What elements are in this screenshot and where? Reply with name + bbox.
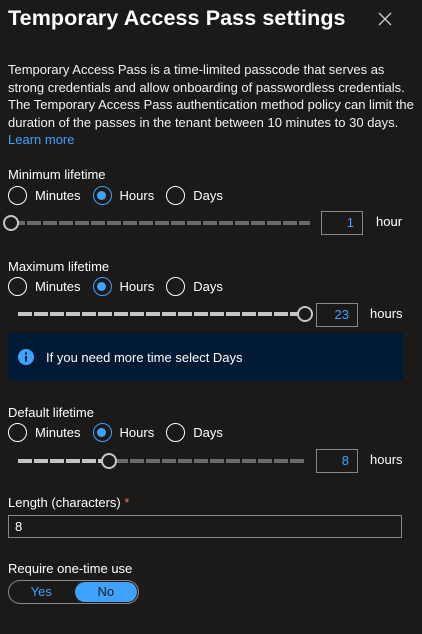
minimum-radio-hours[interactable]: Hours xyxy=(92,186,155,205)
radio-label: Minutes xyxy=(35,188,81,203)
default-radio-days[interactable]: Days xyxy=(166,423,223,442)
radio-label: Days xyxy=(193,279,223,294)
description-text: Temporary Access Pass is a time-limited … xyxy=(8,62,414,130)
maximum-lifetime-input[interactable]: 23 xyxy=(316,303,358,327)
radio-label: Hours xyxy=(119,188,155,203)
close-icon[interactable] xyxy=(374,8,396,30)
description: Temporary Access Pass is a time-limited … xyxy=(8,61,416,149)
info-message: If you need more time select Days xyxy=(46,349,243,365)
default-radio-minutes[interactable]: Minutes xyxy=(8,423,81,442)
minimum-lifetime-unit: hour xyxy=(376,214,403,229)
info-banner: If you need more time select Days xyxy=(8,333,403,381)
slider-track xyxy=(11,221,310,225)
radio-label: Minutes xyxy=(35,279,81,294)
radio-label: Minutes xyxy=(35,425,81,440)
minimum-radio-days[interactable]: Days xyxy=(166,186,223,205)
slider-thumb[interactable] xyxy=(101,453,118,469)
maximum-radio-days[interactable]: Days xyxy=(166,277,223,296)
slider-fill xyxy=(18,312,305,316)
radio-circle xyxy=(8,186,27,205)
default-lifetime-options: Minutes Hours Days xyxy=(8,423,235,442)
default-lifetime-label: Default lifetime xyxy=(8,405,94,420)
maximum-lifetime-slider[interactable] xyxy=(18,306,313,322)
slider-thumb[interactable] xyxy=(3,215,19,231)
minimum-lifetime-options: Minutes Hours Days xyxy=(8,186,235,205)
default-lifetime-input[interactable]: 8 xyxy=(316,449,358,473)
minimum-lifetime-label: Minimum lifetime xyxy=(8,167,106,182)
radio-circle xyxy=(92,423,112,442)
minimum-radio-minutes[interactable]: Minutes xyxy=(8,186,81,205)
required-mark: * xyxy=(124,495,130,510)
radio-circle xyxy=(166,186,186,205)
maximum-lifetime-label: Maximum lifetime xyxy=(8,259,110,274)
info-icon xyxy=(18,349,34,365)
toggle-yes[interactable]: Yes xyxy=(10,582,73,602)
one-time-use-label: Require one-time use xyxy=(8,561,133,576)
length-label: Length (characters) * xyxy=(8,495,129,510)
radio-circle xyxy=(8,277,27,296)
minimum-lifetime-input[interactable]: 1 xyxy=(321,211,363,235)
panel-title: Temporary Access Pass settings xyxy=(8,6,346,30)
radio-label: Hours xyxy=(119,279,155,294)
radio-label: Days xyxy=(193,188,223,203)
radio-circle xyxy=(8,423,27,442)
maximum-radio-hours[interactable]: Hours xyxy=(92,277,155,296)
slider-thumb[interactable] xyxy=(297,306,313,322)
default-radio-hours[interactable]: Hours xyxy=(92,423,155,442)
radio-label: Hours xyxy=(119,425,155,440)
toggle-no[interactable]: No xyxy=(74,582,137,602)
default-lifetime-unit: hours xyxy=(370,452,403,467)
maximum-radio-minutes[interactable]: Minutes xyxy=(8,277,81,296)
default-lifetime-slider[interactable] xyxy=(18,453,305,469)
minimum-lifetime-slider[interactable] xyxy=(3,215,310,231)
length-input[interactable]: 8 xyxy=(8,515,402,538)
length-label-text: Length (characters) xyxy=(8,495,121,510)
maximum-lifetime-options: Minutes Hours Days xyxy=(8,277,235,296)
radio-circle xyxy=(166,277,186,296)
slider-fill xyxy=(18,459,110,463)
radio-circle xyxy=(166,423,186,442)
learn-more-link[interactable]: Learn more xyxy=(8,132,74,147)
radio-circle xyxy=(92,277,112,296)
maximum-lifetime-unit: hours xyxy=(370,306,403,321)
one-time-use-toggle[interactable]: Yes No xyxy=(8,580,139,604)
radio-label: Days xyxy=(193,425,223,440)
radio-circle xyxy=(92,186,112,205)
